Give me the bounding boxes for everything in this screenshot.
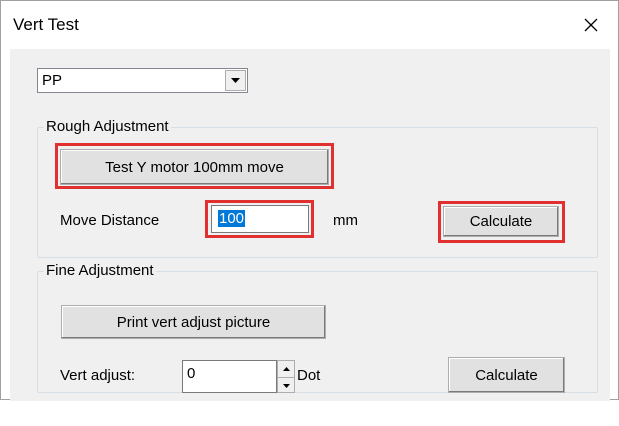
move-distance-input[interactable]: 100 [211,205,309,233]
rough-calculate-button[interactable]: Calculate [443,206,559,237]
vert-adjust-input[interactable]: 0 [182,360,277,393]
close-button[interactable] [564,1,618,49]
title-bar: Vert Test [1,1,618,49]
arrow-down-icon [282,383,290,388]
dropdown-button[interactable] [225,70,246,91]
test-y-motor-button[interactable]: Test Y motor 100mm move [60,149,329,185]
fine-calculate-button[interactable]: Calculate [448,357,565,393]
spin-down-button[interactable] [278,377,294,393]
move-distance-label: Move Distance [60,212,160,229]
mode-select[interactable]: PP [37,68,248,93]
move-distance-value: 100 [218,210,246,227]
arrow-up-icon [282,366,290,371]
spin-up-button[interactable] [278,361,294,376]
fine-adjustment-legend: Fine Adjustment [44,262,156,280]
vert-adjust-label: Vert adjust: [60,367,136,384]
print-vert-adjust-button[interactable]: Print vert adjust picture [61,305,326,339]
vert-adjust-unit: Dot [297,367,321,384]
rough-adjustment-group: Rough Adjustment [37,118,598,258]
vert-adjust-value: 0 [187,365,196,382]
dropdown-arrow-icon [231,77,240,83]
vert-adjust-spinner[interactable] [277,360,295,393]
rough-adjustment-legend: Rough Adjustment [44,118,171,136]
close-icon [584,18,598,32]
move-distance-unit: mm [333,212,358,229]
window-title: Vert Test [13,15,79,34]
mode-select-value: PP [42,72,63,89]
